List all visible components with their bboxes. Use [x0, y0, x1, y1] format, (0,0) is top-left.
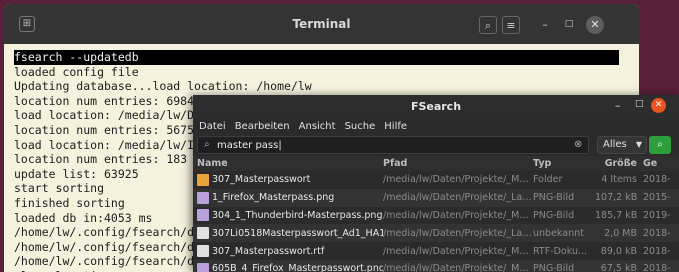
- column-size[interactable]: Größe: [595, 156, 643, 171]
- search-icon[interactable]: ⌕: [479, 16, 497, 34]
- cell-name: 307_Masterpasswort: [193, 173, 383, 186]
- cell-path: /media/lw/Daten/Projekte/_Man...: [383, 209, 533, 221]
- cell-name: 307_Masterpasswort.rtf: [193, 245, 383, 258]
- file-name: 307_Masterpasswort.rtf: [212, 245, 325, 257]
- filter-dropdown[interactable]: Alles ▼: [597, 136, 647, 154]
- clear-icon[interactable]: ⊗: [574, 139, 582, 150]
- menu-bar: Datei Bearbeiten Ansicht Suche Hilfe: [193, 118, 679, 135]
- table-row[interactable]: 304_1_Thunderbird-Masterpass.png/media/l…: [193, 207, 679, 225]
- cell-date: 2015-: [643, 192, 671, 204]
- fsearch-titlebar[interactable]: FSearch – □ ✕: [193, 95, 679, 118]
- cell-size: 107,2 kB: [595, 192, 638, 204]
- hamburger-menu-icon[interactable]: ≡: [502, 16, 520, 34]
- table-row[interactable]: 307Li0518Masterpasswort_Ad1_HA1.in.../me…: [193, 224, 679, 243]
- file-name: 307Li0518Masterpasswort_Ad1_HA1.in...: [212, 227, 383, 239]
- filter-selected: Alles: [603, 139, 627, 150]
- cell-path: /media/lw/Daten/Projekte/_Man...: [383, 245, 533, 257]
- results-table: Name Pfad Typ Größe Ge 307_Masterpasswor…: [193, 156, 679, 272]
- close-button[interactable]: ✕: [586, 16, 604, 34]
- terminal-command-line: fsearch --updatedb: [14, 50, 619, 65]
- file-name: 605B_4_Firefox_Masterpasswort.png: [212, 263, 383, 272]
- menu-suche[interactable]: Suche: [345, 118, 376, 135]
- cell-name: 307Li0518Masterpasswort_Ad1_HA1.in...: [193, 227, 383, 240]
- cell-type: PNG-Bild: [533, 263, 575, 272]
- image-file-icon: [197, 262, 209, 272]
- cell-path: /media/lw/Daten/Projekte/_Laye...: [383, 227, 533, 239]
- image-file-icon: [197, 191, 209, 204]
- fsearch-window: FSearch – □ ✕ Datei Bearbeiten Ansicht S…: [193, 95, 679, 272]
- cell-type: PNG-Bild: [533, 192, 575, 204]
- close-button[interactable]: ✕: [651, 98, 666, 113]
- column-name[interactable]: Name: [193, 156, 383, 171]
- table-header: Name Pfad Typ Größe Ge: [193, 156, 679, 171]
- minimize-button[interactable]: –: [536, 16, 554, 34]
- terminal-titlebar[interactable]: ⊞ Terminal ⌕ ≡ – □ ✕: [4, 4, 639, 44]
- file-name: 304_1_Thunderbird-Masterpass.png: [212, 209, 383, 221]
- search-row: ⌕ ⊗ Alles ▼ ⌕: [193, 135, 679, 154]
- cell-size: 2,0 MB: [604, 227, 637, 239]
- terminal-line: loaded config file: [14, 64, 139, 79]
- minimize-button[interactable]: –: [615, 99, 621, 112]
- table-row[interactable]: 307_Masterpasswort/media/lw/Daten/Projek…: [193, 171, 679, 189]
- cell-path: /media/lw/Daten/Projekte/_Man...: [383, 263, 533, 272]
- cell-type: Folder: [533, 174, 563, 186]
- menu-hilfe[interactable]: Hilfe: [384, 118, 407, 135]
- column-type[interactable]: Typ: [533, 156, 595, 171]
- cell-date: 2018-: [643, 174, 671, 186]
- column-date[interactable]: Ge: [643, 156, 679, 171]
- text-file-icon: [197, 227, 209, 240]
- cell-size: 4 Items: [601, 174, 637, 186]
- chevron-down-icon: ▼: [635, 140, 642, 149]
- menu-datei[interactable]: Datei: [199, 118, 226, 135]
- cell-path: /media/lw/Daten/Projekte/_Man...: [383, 174, 533, 186]
- table-row[interactable]: 605B_4_Firefox_Masterpasswort.png/media/…: [193, 259, 679, 272]
- cell-type: RTF-Doku...: [533, 245, 588, 257]
- cell-name: 605B_4_Firefox_Masterpasswort.png: [193, 262, 383, 272]
- maximize-button[interactable]: □: [635, 99, 644, 109]
- cell-name: 304_1_Thunderbird-Masterpass.png: [193, 209, 383, 222]
- cell-type: unbekannt: [533, 227, 584, 239]
- maximize-button[interactable]: □: [560, 16, 578, 34]
- text-file-icon: [197, 245, 209, 258]
- table-body: 307_Masterpasswort/media/lw/Daten/Projek…: [193, 171, 679, 272]
- menu-bearbeiten[interactable]: Bearbeiten: [235, 118, 290, 135]
- cell-size: 89,0 kB: [600, 245, 637, 257]
- cell-type: PNG-Bild: [533, 209, 575, 221]
- cell-date: 2018-: [643, 227, 671, 239]
- table-row[interactable]: 307_Masterpasswort.rtf/media/lw/Daten/Pr…: [193, 242, 679, 260]
- cell-size: 67,5 kB: [600, 263, 637, 272]
- search-go-button[interactable]: ⌕: [649, 136, 671, 154]
- menu-ansicht[interactable]: Ansicht: [299, 118, 336, 135]
- file-name: 307_Masterpasswort: [212, 174, 311, 186]
- image-file-icon: [197, 209, 209, 222]
- cell-path: /media/lw/Daten/Projekte/_Laye...: [383, 192, 533, 204]
- folder-icon: [197, 173, 209, 186]
- cell-date: 2018-: [643, 263, 671, 272]
- search-icon: ⌕: [204, 139, 210, 150]
- cell-name: 1_Firefox_Masterpass.png: [193, 191, 383, 204]
- column-path[interactable]: Pfad: [383, 156, 533, 171]
- cell-date: 2018-: [643, 245, 671, 257]
- search-input[interactable]: [217, 138, 557, 152]
- fsearch-title: FSearch: [410, 100, 462, 113]
- terminal-line: Updating database...load location: /home…: [14, 79, 312, 94]
- cell-date: 2019-: [643, 209, 671, 221]
- cell-size: 185,7 kB: [595, 209, 638, 221]
- search-box[interactable]: ⌕ ⊗: [197, 136, 589, 154]
- table-row[interactable]: 1_Firefox_Masterpass.png/media/lw/Daten/…: [193, 188, 679, 207]
- file-name: 1_Firefox_Masterpass.png: [212, 192, 335, 204]
